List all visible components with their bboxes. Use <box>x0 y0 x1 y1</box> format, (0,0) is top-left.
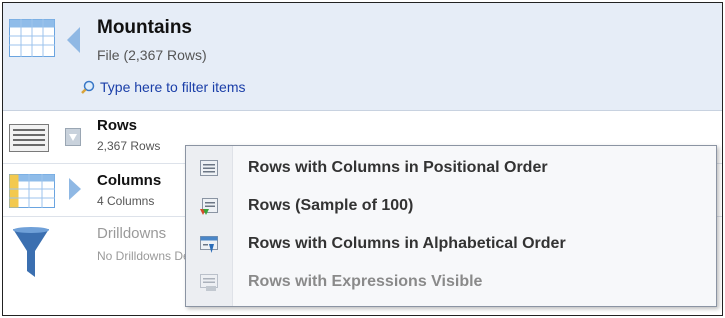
filter-input[interactable]: Type here to filter items <box>81 79 246 97</box>
rows-list-icon <box>200 160 218 181</box>
rows-icon <box>9 124 49 157</box>
rows-label: Rows <box>97 117 138 134</box>
file-info: File (2,367 Rows) <box>97 47 207 63</box>
dropdown-arrow-icon[interactable] <box>65 128 81 151</box>
columns-count: 4 Columns <box>97 194 155 208</box>
table-icon <box>9 19 55 62</box>
menu-item-positional-order[interactable]: Rows with Columns in Positional Order <box>186 149 716 187</box>
rows-alpha-icon <box>200 236 218 259</box>
menu-item-alphabetical-order[interactable]: Rows with Columns in Alphabetical Order <box>186 225 716 263</box>
funnel-icon <box>13 227 49 284</box>
rows-view-menu: Rows with Columns in Positional Order Ro… <box>185 145 717 307</box>
menu-item-label: Rows (Sample of 100) <box>248 197 414 214</box>
menu-item-expressions-visible[interactable]: Rows with Expressions Visible <box>186 263 716 301</box>
expand-arrow-icon[interactable] <box>69 178 81 205</box>
page-title: Mountains <box>97 17 192 38</box>
rows-expressions-icon <box>200 274 218 297</box>
menu-item-label: Rows with Columns in Alphabetical Order <box>248 235 566 252</box>
menu-item-sample[interactable]: Rows (Sample of 100) <box>186 187 716 225</box>
menu-item-label: Rows with Columns in Positional Order <box>248 159 548 176</box>
search-icon <box>81 80 95 97</box>
file-header: Mountains File (2,367 Rows) Type here to… <box>3 3 722 111</box>
columns-label: Columns <box>97 172 162 189</box>
rows-sample-icon <box>200 198 218 221</box>
drilldowns-label: Drilldowns <box>97 225 167 242</box>
filter-placeholder: Type here to filter items <box>100 79 246 95</box>
rows-count: 2,367 Rows <box>97 139 161 153</box>
columns-table-icon <box>9 174 55 213</box>
back-arrow-icon[interactable] <box>67 27 81 58</box>
app-frame: Mountains File (2,367 Rows) Type here to… <box>2 2 723 316</box>
menu-item-label: Rows with Expressions Visible <box>248 273 483 290</box>
